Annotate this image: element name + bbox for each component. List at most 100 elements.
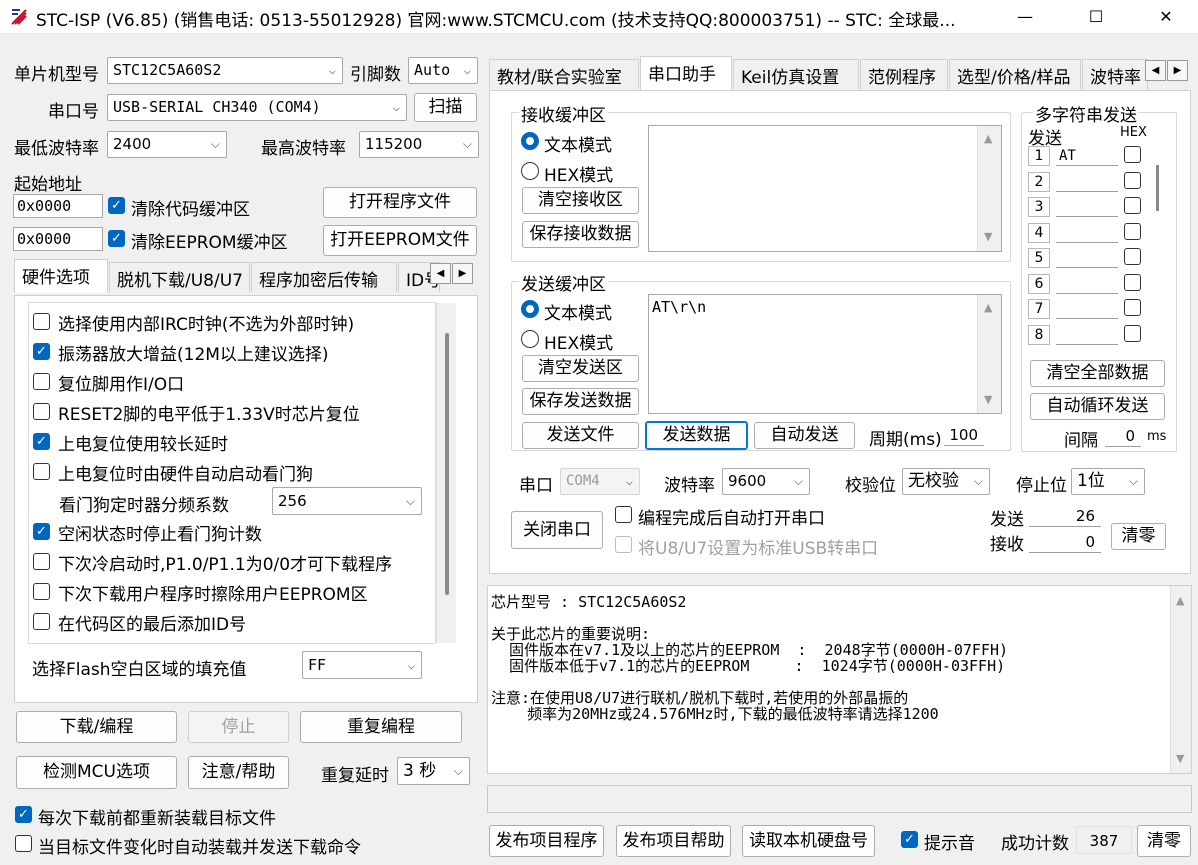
clear-counts-button[interactable]: 清零 bbox=[1111, 523, 1166, 550]
clear-all-button[interactable]: 清空全部数据 bbox=[1030, 360, 1165, 387]
scroll-down-icon[interactable]: ▼ bbox=[984, 230, 992, 243]
repeat-delay-select[interactable]: 3 秒 ⌵ bbox=[397, 757, 470, 785]
sound-checkbox[interactable]: ✓ bbox=[901, 831, 918, 848]
send-scrollbar[interactable]: ▲ ▼ bbox=[977, 295, 1001, 413]
option-checkbox[interactable] bbox=[33, 553, 50, 570]
eeprom-address-input[interactable]: 0x0000 bbox=[13, 227, 103, 251]
clear-success-button[interactable]: 清零 bbox=[1137, 825, 1191, 857]
recv-text-mode-radio[interactable] bbox=[521, 132, 539, 150]
multi-send-hex-checkbox[interactable] bbox=[1124, 222, 1141, 240]
publish-help-button[interactable]: 发布项目帮助 bbox=[616, 825, 731, 857]
multi-send-hex-checkbox[interactable] bbox=[1124, 273, 1141, 291]
read-disk-button[interactable]: 读取本机硬盘号 bbox=[742, 825, 875, 857]
open-eeprom-button[interactable]: 打开EEPROM文件 bbox=[323, 225, 477, 256]
reprogram-button[interactable]: 重复编程 bbox=[300, 711, 462, 743]
minimize-button[interactable]: — bbox=[996, 0, 1054, 34]
option-checkbox[interactable]: ✓ bbox=[33, 433, 50, 450]
reload-file-checkbox[interactable]: ✓ bbox=[15, 806, 32, 823]
multi-send-hex-checkbox[interactable] bbox=[1124, 324, 1141, 342]
send-text-mode-radio[interactable] bbox=[521, 300, 539, 318]
save-send-button[interactable]: 保存发送数据 bbox=[522, 388, 639, 415]
multi-send-row-input[interactable] bbox=[1056, 273, 1118, 294]
close-button[interactable]: ✕ bbox=[1137, 0, 1195, 34]
tab-offline-download[interactable]: 脱机下载/U8/U7 bbox=[109, 262, 250, 292]
option-checkbox[interactable] bbox=[33, 373, 50, 390]
multi-send-hex-checkbox[interactable] bbox=[1124, 248, 1141, 265]
option-checkbox[interactable] bbox=[33, 583, 50, 600]
multi-send-row-input[interactable] bbox=[1056, 197, 1118, 217]
tab-scroll-left-icon[interactable]: ◀ bbox=[1145, 60, 1166, 81]
maximize-button[interactable]: ☐ bbox=[1067, 0, 1125, 34]
option-checkbox[interactable] bbox=[33, 403, 50, 420]
start-address-input[interactable]: 0x0000 bbox=[13, 194, 103, 218]
auto-send-button[interactable]: 自动发送 bbox=[754, 422, 855, 449]
scan-button[interactable]: 扫描 bbox=[414, 93, 477, 122]
scroll-up-icon[interactable]: ▲ bbox=[984, 132, 992, 145]
detect-mcu-button[interactable]: 检测MCU选项 bbox=[16, 756, 177, 789]
tab-selection-price[interactable]: 选型/价格/样品 bbox=[949, 59, 1081, 89]
multi-send-hex-checkbox[interactable] bbox=[1124, 299, 1141, 316]
stop-button[interactable]: 停止 bbox=[188, 711, 289, 743]
clear-receive-button[interactable]: 清空接收区 bbox=[522, 187, 639, 214]
scroll-down-icon[interactable]: ▼ bbox=[984, 393, 992, 406]
max-baud-select[interactable]: 115200 ⌵ bbox=[359, 131, 479, 158]
clear-code-checkbox[interactable]: ✓ bbox=[108, 197, 125, 214]
auto-reload-checkbox[interactable] bbox=[15, 835, 32, 852]
option-checkbox[interactable] bbox=[33, 313, 50, 330]
period-input[interactable]: 100 bbox=[944, 424, 984, 446]
multi-send-row-input[interactable] bbox=[1056, 299, 1118, 319]
log-scrollbar[interactable]: ▲ ▼ bbox=[1170, 586, 1191, 773]
tab-serial-assistant[interactable]: 串口助手 bbox=[640, 56, 732, 90]
multi-send-row-input[interactable]: AT bbox=[1056, 146, 1118, 166]
tab-examples[interactable]: 范例程序 bbox=[860, 59, 948, 89]
options-scroll-thumb[interactable] bbox=[445, 333, 449, 595]
send-data-button[interactable]: 发送数据 bbox=[645, 421, 748, 450]
scroll-up-icon[interactable]: ▲ bbox=[984, 301, 992, 314]
multi-send-row-input[interactable] bbox=[1056, 171, 1118, 192]
parity-select[interactable]: 无校验 ⌵ bbox=[902, 468, 990, 495]
send-file-button[interactable]: 发送文件 bbox=[522, 422, 639, 449]
option-checkbox[interactable] bbox=[33, 463, 50, 480]
option-checkbox[interactable] bbox=[33, 613, 50, 630]
tab-textbook-lab[interactable]: 教材/联合实验室 bbox=[489, 59, 639, 89]
option-checkbox[interactable]: ✓ bbox=[33, 343, 50, 360]
open-program-button[interactable]: 打开程序文件 bbox=[323, 187, 477, 218]
mcu-type-select[interactable]: STC12C5A60S2 ⌵ bbox=[107, 57, 343, 84]
baud-rate-select[interactable]: 9600 ⌵ bbox=[722, 468, 810, 495]
multi-send-hex-checkbox[interactable] bbox=[1124, 146, 1141, 163]
serial-port-select[interactable]: COM4 ⌵ bbox=[560, 468, 640, 495]
auto-open-port-checkbox[interactable] bbox=[615, 506, 632, 523]
multi-send-row-input[interactable] bbox=[1056, 222, 1118, 243]
pins-select[interactable]: Auto ⌵ bbox=[408, 57, 478, 84]
tab-scroll-left-icon[interactable]: ◀ bbox=[430, 263, 451, 284]
port-select[interactable]: USB-SERIAL CH340 (COM4) ⌵ bbox=[107, 94, 407, 121]
receive-textarea[interactable] bbox=[648, 125, 1002, 252]
stop-bits-select[interactable]: 1位 ⌵ bbox=[1071, 468, 1145, 495]
tab-keil-settings[interactable]: Keil仿真设置 bbox=[733, 59, 859, 89]
receive-scrollbar[interactable]: ▲ ▼ bbox=[977, 126, 1001, 251]
tab-scroll-right-icon[interactable]: ▶ bbox=[1167, 60, 1188, 81]
multi-send-row-button[interactable]: 7 bbox=[1028, 299, 1050, 319]
send-hex-mode-radio[interactable] bbox=[521, 330, 539, 348]
scroll-up-icon[interactable]: ▲ bbox=[1176, 594, 1184, 607]
option-checkbox[interactable]: ✓ bbox=[33, 523, 50, 540]
tab-baud-rate[interactable]: 波特率 bbox=[1082, 59, 1148, 89]
multi-send-row-input[interactable] bbox=[1056, 324, 1118, 345]
clear-eeprom-checkbox[interactable]: ✓ bbox=[108, 230, 125, 247]
clear-send-button[interactable]: 清空发送区 bbox=[522, 355, 639, 382]
multi-scrollbar[interactable] bbox=[1151, 145, 1165, 345]
interval-input[interactable]: 0 bbox=[1105, 425, 1141, 447]
auto-loop-button[interactable]: 自动循环发送 bbox=[1030, 393, 1165, 420]
tab-encrypted-transfer[interactable]: 程序加密后传输 bbox=[251, 262, 397, 292]
multi-send-row-input[interactable] bbox=[1056, 248, 1118, 268]
multi-send-row-button[interactable]: 5 bbox=[1028, 248, 1050, 268]
scroll-down-icon[interactable]: ▼ bbox=[1176, 752, 1184, 765]
usb-serial-checkbox[interactable] bbox=[615, 536, 632, 553]
save-receive-button[interactable]: 保存接收数据 bbox=[522, 221, 639, 248]
multi-send-row-button[interactable]: 8 bbox=[1028, 324, 1050, 345]
tab-scroll-right-icon[interactable]: ▶ bbox=[452, 263, 473, 284]
tab-hardware-options[interactable]: 硬件选项 bbox=[14, 259, 108, 293]
download-program-button[interactable]: 下载/编程 bbox=[16, 711, 177, 743]
multi-send-row-button[interactable]: 6 bbox=[1028, 273, 1050, 294]
fill-value-select[interactable]: FF ⌵ bbox=[302, 651, 422, 679]
